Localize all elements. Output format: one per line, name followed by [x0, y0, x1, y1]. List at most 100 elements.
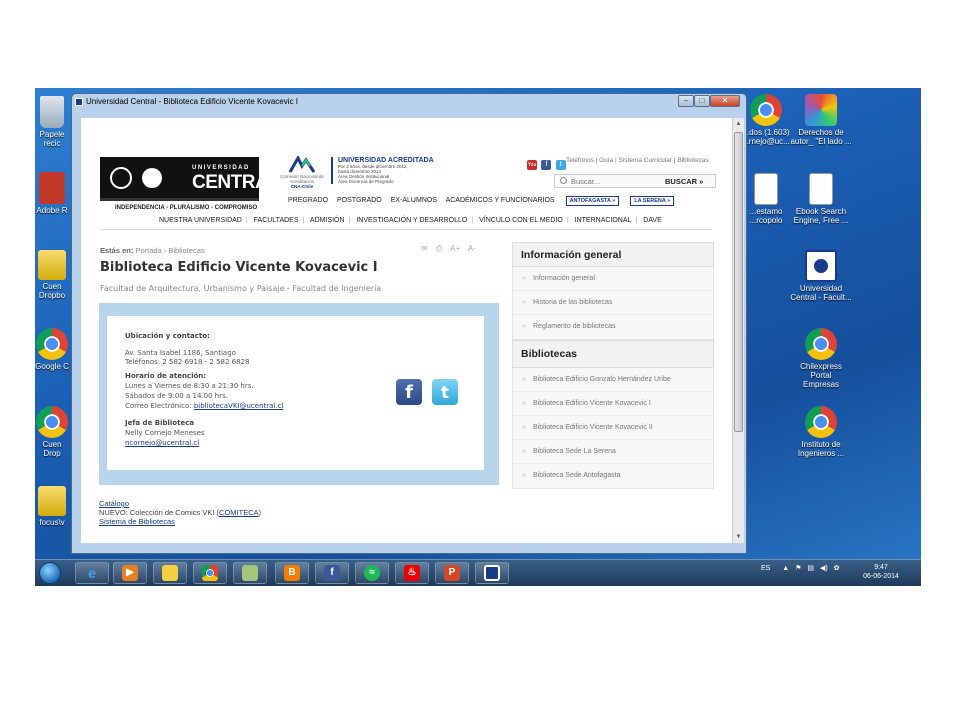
sidebar-item-library[interactable]: Biblioteca Edificio Vicente Kovacevic II [513, 416, 713, 440]
recycle-bin-icon [40, 96, 64, 128]
head-email-link[interactable]: ncornejo@ucentral.cl [125, 439, 199, 448]
campus-la-serena-button[interactable]: LA SERENA » [630, 196, 675, 206]
window-title: Universidad Central - Biblioteca Edifici… [86, 97, 298, 106]
desktop-icon-instituto-ingenieros[interactable]: Instituto de Ingenieros ... [790, 406, 852, 458]
taskbar-facebook[interactable]: f [315, 562, 349, 584]
document-icon [754, 173, 778, 205]
university-logo[interactable]: UNIVERSIDAD CENTRAL [100, 157, 280, 201]
desktop-icon-universidad-central[interactable]: Universidad Central - Facult... [790, 250, 852, 302]
window-titlebar[interactable]: Universidad Central - Biblioteca Edifici… [72, 94, 746, 111]
browser-window: Universidad Central - Biblioteca Edifici… [71, 93, 747, 554]
contact-address: Av. Santa Isabel 1186, Santiago [125, 349, 236, 357]
facebook-icon[interactable]: f [396, 379, 422, 405]
maximize-button[interactable]: □ [694, 95, 710, 107]
santander-icon: ♨ [404, 565, 420, 581]
vertical-scrollbar[interactable]: ▲ ▼ [732, 118, 744, 543]
minimize-button[interactable]: – [678, 95, 694, 107]
email-icon[interactable]: ✉ [421, 244, 428, 253]
motto: INDEPENDENCIA - PLURALISMO - COMPROMISO [115, 205, 258, 211]
sidebar-item-library[interactable]: Biblioteca Edificio Vicente Kovacevic I [513, 392, 713, 416]
clock[interactable]: 9:47 06-06-2014 [856, 563, 906, 581]
system-tray: ES ▲ ⚑ ▤ ◀) ✿ [761, 564, 840, 572]
comiteca-link[interactable]: COMITECA [219, 508, 259, 517]
font-increase-button[interactable]: A+ [450, 244, 460, 253]
sidebar-item-library[interactable]: Biblioteca Edificio Gonzalo Hernández Ur… [513, 368, 713, 392]
breadcrumb: Estás en: Portada › Bibliotecas [100, 246, 205, 255]
chrome-icon [750, 94, 782, 126]
sidebar-item-library[interactable]: Biblioteca Sede Antofagasta [513, 464, 713, 488]
start-button[interactable] [39, 562, 61, 584]
desktop-icon-derechos-autor[interactable]: Derechos de autor_ "El lado ... [790, 94, 852, 146]
tray-arrow-icon[interactable]: ▲ [782, 565, 789, 572]
language-indicator[interactable]: ES [761, 565, 770, 572]
email-link[interactable]: bibliotecaVKI@ucentral.cl [194, 402, 284, 410]
scroll-down-arrow-icon[interactable]: ▼ [733, 531, 744, 543]
nav-vinculo[interactable]: VÍNCULO CON EL MEDIO [479, 217, 563, 224]
powerpoint-icon: P [444, 565, 460, 581]
cna-name: Comisión Nacional de Acreditación [280, 174, 324, 184]
head-name: Nelly Cornejo Meneses [125, 429, 205, 437]
scroll-up-arrow-icon[interactable]: ▲ [733, 118, 744, 130]
desktop-icon-label: Universidad Central - Facult... [790, 284, 852, 302]
desktop-icon-ebook-search[interactable]: Ebook Search Engine, Free ... [790, 173, 852, 225]
nav-investigacion[interactable]: INVESTIGACIÓN Y DESARROLLO [356, 217, 467, 224]
volume-icon[interactable]: ◀) [820, 565, 828, 572]
chrome-icon [36, 406, 68, 438]
desktop-icon-chilexpress[interactable]: Chilexpress Portal Empresas [790, 328, 852, 389]
taskbar-chrome[interactable] [193, 562, 227, 584]
taskbar-blogger[interactable]: B [275, 562, 309, 584]
secondary-nav: NUESTRA UNIVERSIDAD | FACULTADES | ADMISIÓ… [159, 217, 662, 224]
taskbar-powerpoint[interactable]: P [435, 562, 469, 584]
catalog-link[interactable]: Catálogo [99, 499, 261, 508]
breadcrumb-path[interactable]: Portada › Bibliotecas [135, 246, 204, 255]
scrollbar-thumb[interactable] [734, 132, 743, 432]
close-button[interactable]: ✕ [710, 95, 740, 107]
nav-postgrado[interactable]: POSTGRADO [337, 197, 382, 204]
accreditation-block: UNIVERSIDAD ACREDITADA Por 2 años, desde… [331, 157, 434, 184]
library-system-link[interactable]: Sistema de Bibliotecas [99, 517, 261, 526]
youtube-icon[interactable]: You [527, 159, 537, 170]
logo-circle [142, 168, 162, 188]
taskbar-spotify[interactable]: ≈ [355, 562, 389, 584]
nav-nuestra-universidad[interactable]: NUESTRA UNIVERSIDAD [159, 217, 242, 224]
network-icon[interactable]: ▤ [807, 565, 814, 572]
cna-text: Comisión Nacional de Acreditación CNA-Ch… [278, 174, 326, 189]
search-input[interactable] [571, 176, 651, 187]
logo-text-central: CENTRAL [192, 172, 280, 193]
font-decrease-button[interactable]: A- [468, 244, 476, 253]
accreditation-details: Por 2 años, desde diciembre 2012, hasta … [338, 164, 408, 184]
desktop: Papele recic Adobe R Cuen Dropbo Google … [35, 88, 921, 586]
nav-facultades[interactable]: FACULTADES [254, 217, 299, 224]
taskbar-media-player[interactable]: ▶ [113, 562, 147, 584]
top-links[interactable]: Teléfonos | Guía | Sistema Curricular | … [566, 157, 709, 164]
desktop-icon-label: Derechos de autor_ "El lado ... [790, 128, 852, 146]
sidebar-item-library[interactable]: Biblioteca Sede La Serena [513, 440, 713, 464]
main-nav: PREGRADO POSTGRADO EX-ALUMNOS ACADÉMICOS… [288, 196, 681, 206]
taskbar-paint[interactable] [233, 562, 267, 584]
search-button[interactable]: BUSCAR » [665, 175, 703, 188]
nav-academicos[interactable]: ACADÉMICOS Y FUNCIONARIOS [446, 197, 555, 204]
breadcrumb-label: Estás en: [100, 246, 134, 255]
sidebar-item-reglamento[interactable]: Reglamento de bibliotecas [513, 315, 713, 339]
desktop-icon-label: Instituto de Ingenieros ... [797, 440, 845, 458]
tray-app-icon[interactable]: ✿ [834, 565, 840, 572]
paint-icon [242, 565, 258, 581]
nav-internacional[interactable]: INTERNACIONAL [575, 217, 632, 224]
twitter-small-icon[interactable]: t [555, 159, 566, 170]
media-player-icon: ▶ [122, 565, 138, 581]
campus-antofagasta-button[interactable]: ANTOFAGASTA » [565, 196, 620, 206]
taskbar-explorer[interactable] [153, 562, 187, 584]
taskbar-ie[interactable]: e [75, 562, 109, 584]
facebook-small-icon[interactable]: f [541, 159, 552, 170]
taskbar-santander[interactable]: ♨ [395, 562, 429, 584]
nav-admision[interactable]: ADMISIÓN [310, 217, 345, 224]
twitter-icon[interactable]: t [432, 379, 458, 405]
tray-flag-icon[interactable]: ⚑ [795, 565, 801, 572]
taskbar-uc-site[interactable] [475, 562, 509, 584]
nav-pregrado[interactable]: PREGRADO [288, 197, 328, 204]
sidebar-item-historia[interactable]: Historia de las bibliotecas [513, 291, 713, 315]
nav-dave[interactable]: DAVE [643, 217, 662, 224]
sidebar-item-informacion-general[interactable]: Información general [513, 267, 713, 291]
nav-ex-alumnos[interactable]: EX-ALUMNOS [391, 197, 437, 204]
print-icon[interactable]: ⎙ [436, 244, 442, 253]
